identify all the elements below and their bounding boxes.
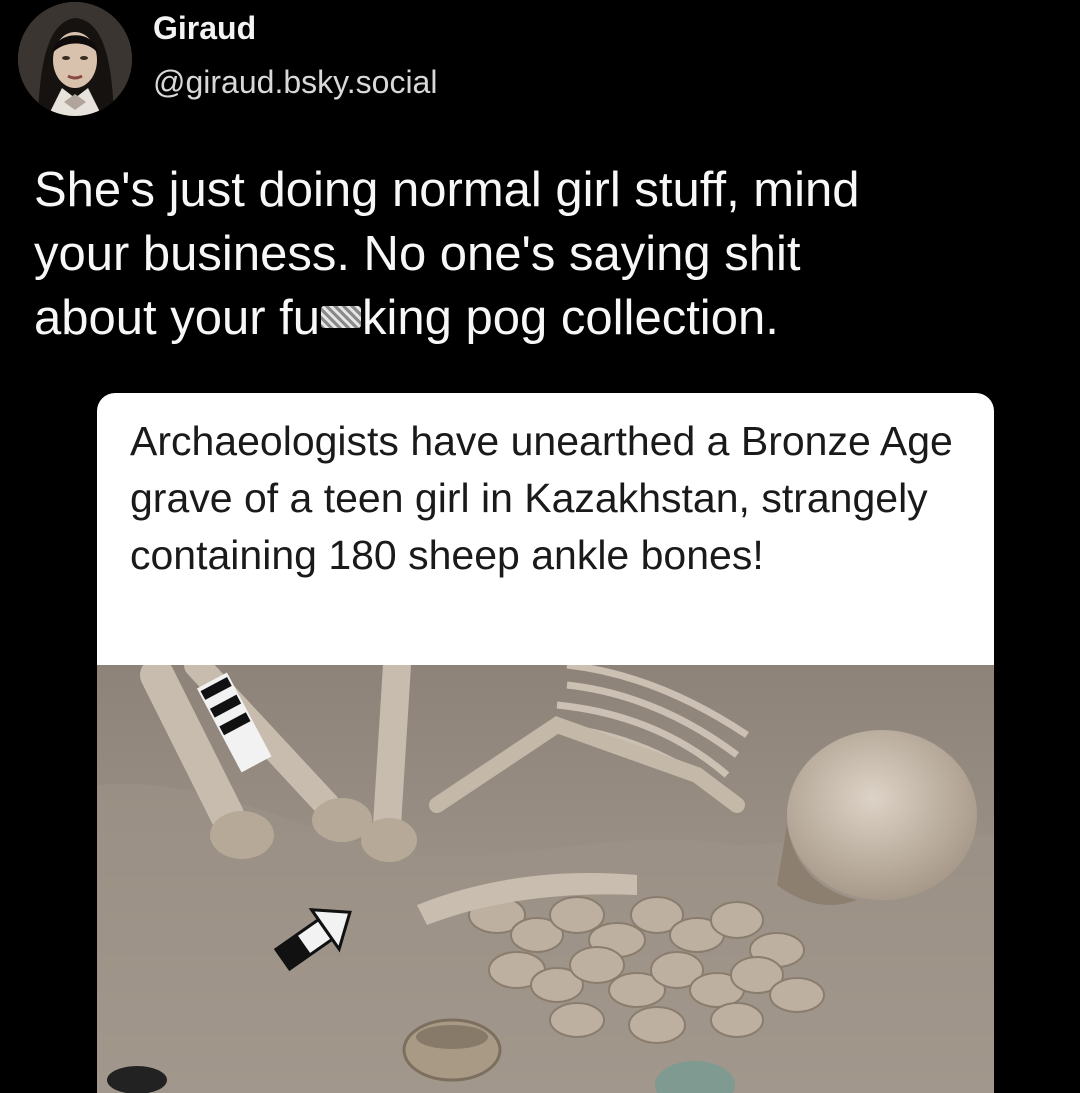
post-text: She's just doing normal girl stuff, mind… (34, 158, 1054, 350)
author-display-name[interactable]: Giraud (153, 10, 256, 47)
post-text-line-1: She's just doing normal girl stuff, mind (34, 163, 860, 217)
excavation-photo[interactable] (97, 665, 994, 1093)
author-handle[interactable]: @giraud.bsky.social (153, 64, 437, 101)
post-text-line-2: your business. No one's saying shit (34, 227, 801, 281)
censor-mark (321, 306, 362, 328)
skull (787, 730, 977, 900)
post-text-line-3-prefix: about your fu (34, 291, 321, 345)
embedded-image-card[interactable]: Archaeologists have unearthed a Bronze A… (97, 393, 994, 1093)
author-avatar[interactable] (18, 2, 132, 116)
embedded-image-caption: Archaeologists have unearthed a Bronze A… (130, 418, 953, 578)
post-text-line-3-suffix: king pog collection. (362, 291, 779, 345)
